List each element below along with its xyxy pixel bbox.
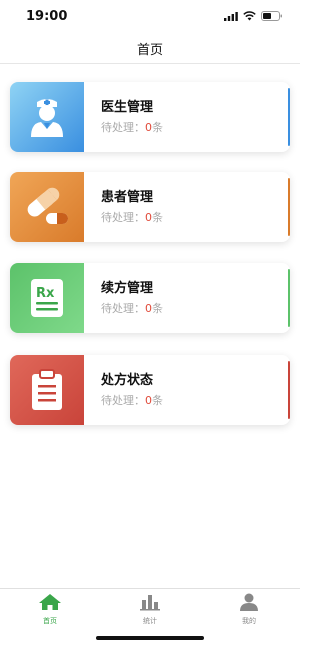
- status-bar: 19:00: [0, 0, 300, 34]
- pending-status: 待处理：0条: [101, 302, 163, 315]
- tab-label: 我的: [242, 617, 256, 625]
- tab-label: 统计: [143, 617, 157, 625]
- pending-status: 待处理：0条: [101, 211, 163, 224]
- wifi-icon: [243, 11, 256, 21]
- doctor-icon: [31, 99, 63, 137]
- card-icon-box: [10, 355, 84, 425]
- clipboard-icon: [32, 369, 62, 410]
- pills-icon: [27, 187, 68, 224]
- prescription-status-card[interactable]: 处方状态 待处理：0条: [10, 355, 290, 425]
- renewal-management-card[interactable]: Rx 续方管理 待处理：0条: [10, 263, 290, 333]
- signal-icon: [224, 11, 238, 21]
- svg-text:Rx: Rx: [36, 286, 55, 301]
- card-title: 医生管理: [101, 100, 154, 115]
- card-accent: [288, 269, 290, 327]
- page-title: 首页: [136, 43, 163, 58]
- pending-count: 0: [145, 394, 152, 407]
- patient-management-card[interactable]: 患者管理 待处理：0条: [10, 172, 290, 242]
- chart-icon: [140, 595, 160, 611]
- card-accent: [288, 178, 290, 236]
- doctor-management-card[interactable]: 医生管理 待处理：0条: [10, 82, 290, 152]
- tab-home[interactable]: 首页: [20, 593, 80, 626]
- prescription-icon: Rx: [31, 279, 63, 317]
- pending-status: 待处理：0条: [101, 394, 163, 407]
- user-icon: [240, 593, 258, 611]
- pending-count: 0: [145, 211, 152, 224]
- card-accent: [288, 361, 290, 419]
- tab-label: 首页: [43, 617, 57, 625]
- card-icon-box: [10, 172, 84, 242]
- status-time: 19:00: [26, 9, 68, 24]
- pending-count: 0: [145, 121, 152, 134]
- card-icon-box: Rx: [10, 263, 84, 333]
- card-title: 处方状态: [101, 373, 154, 388]
- tab-profile[interactable]: 我的: [219, 593, 279, 626]
- nav-bar: 首页: [0, 34, 300, 64]
- pending-count: 0: [145, 302, 152, 315]
- tab-statistics[interactable]: 统计: [120, 593, 180, 626]
- home-icon: [39, 594, 61, 610]
- battery-icon: [261, 11, 282, 21]
- card-title: 患者管理: [101, 190, 154, 205]
- card-accent: [288, 88, 290, 146]
- pending-status: 待处理：0条: [101, 121, 163, 134]
- card-title: 续方管理: [101, 281, 154, 296]
- status-icons: [224, 11, 283, 21]
- home-indicator: [96, 636, 204, 640]
- card-icon-box: [10, 82, 84, 152]
